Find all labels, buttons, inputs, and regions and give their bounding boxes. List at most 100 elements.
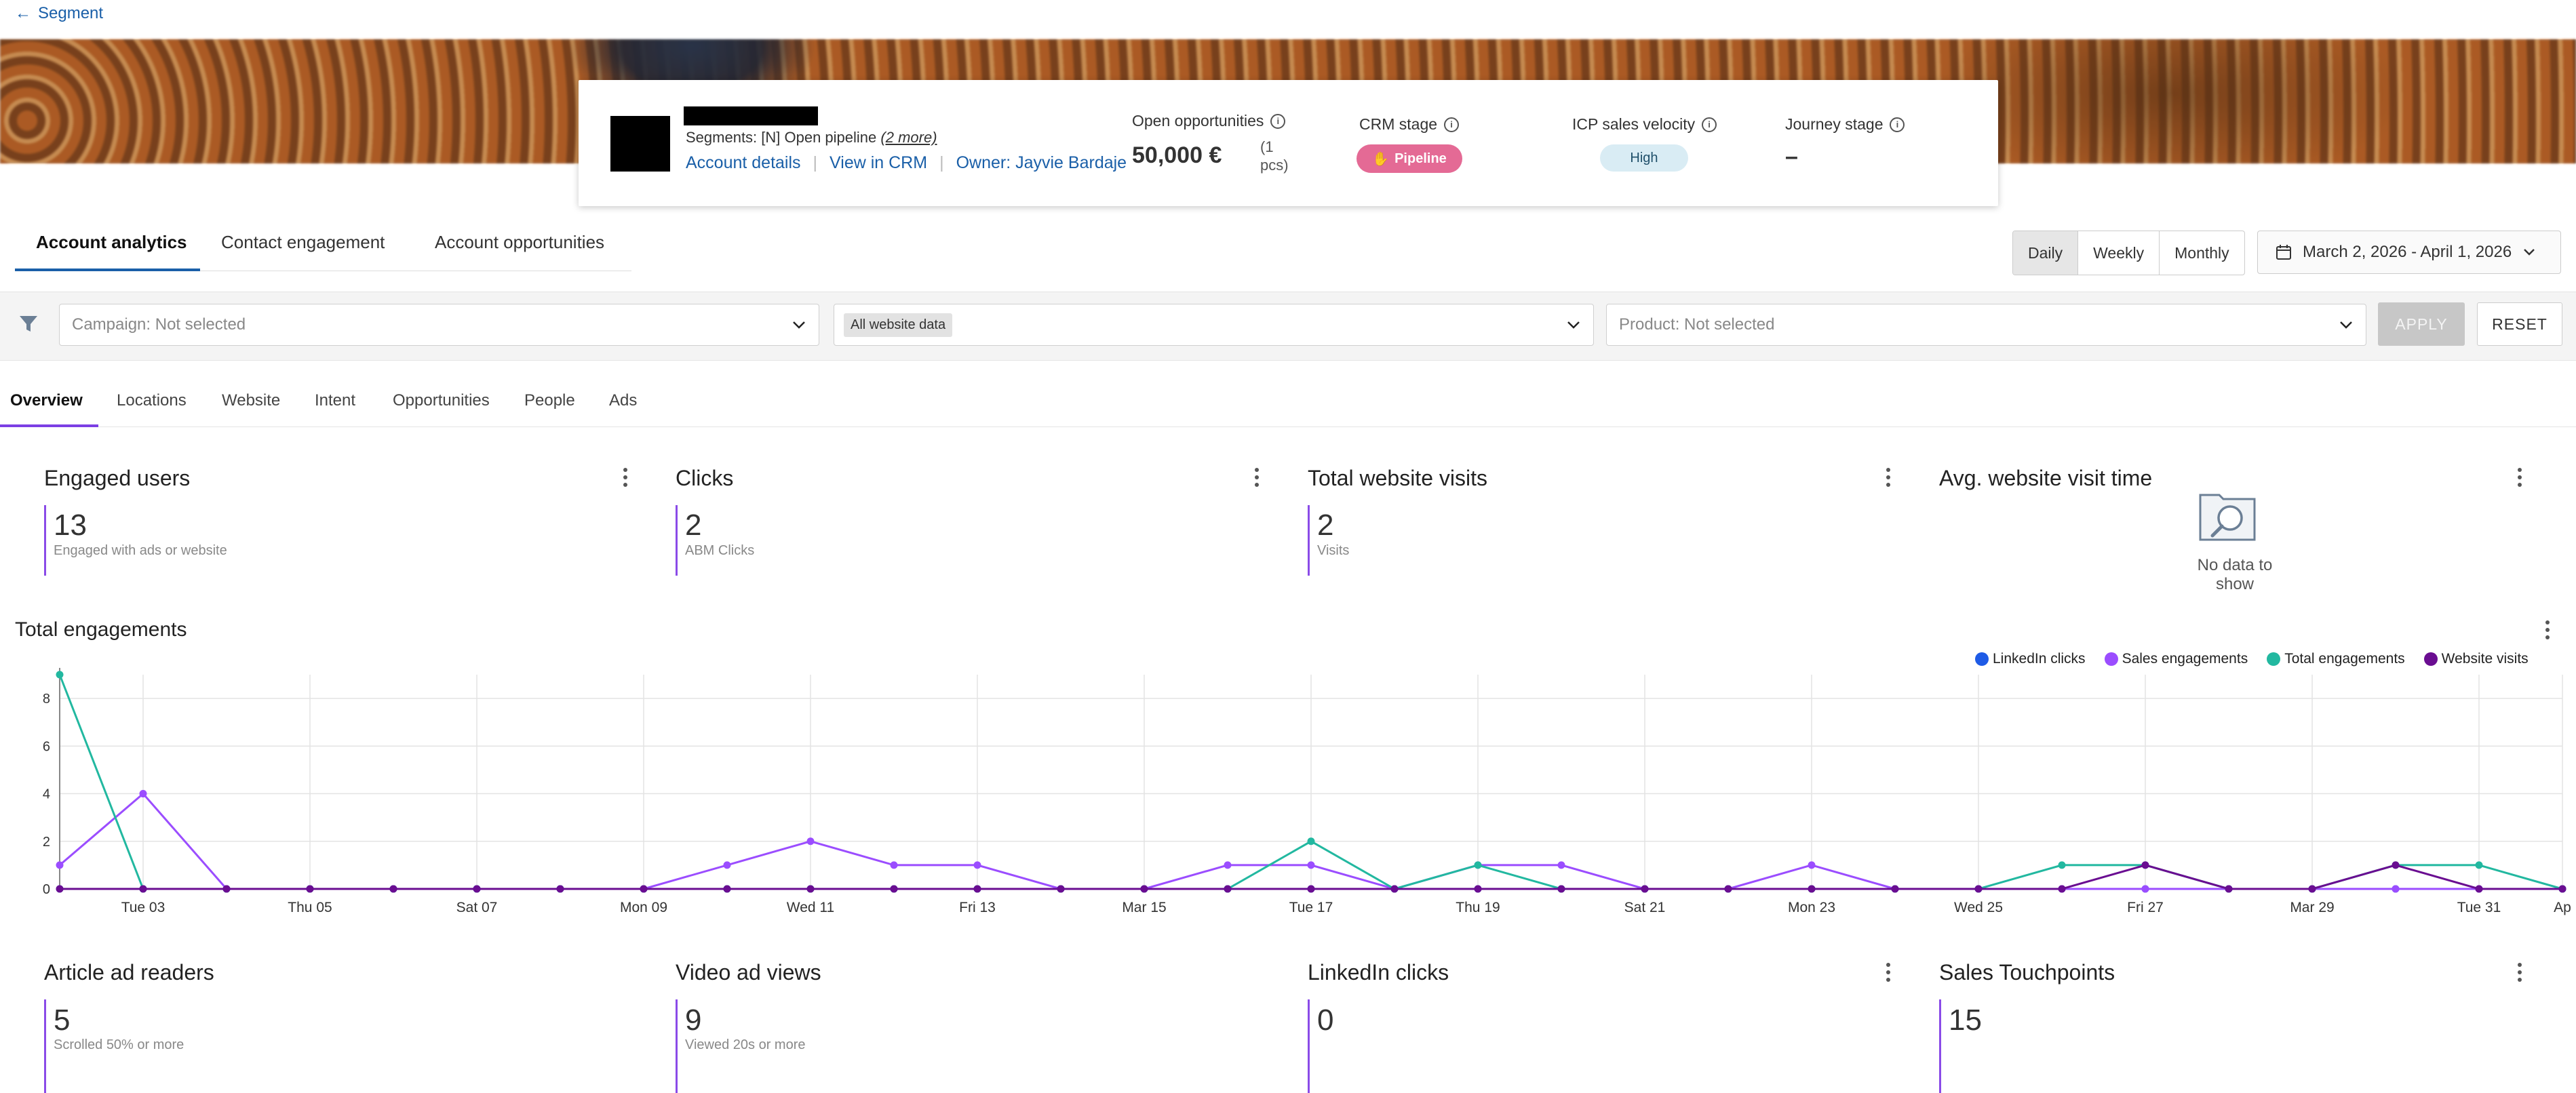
- data-point: [723, 885, 731, 893]
- kebab-menu-icon[interactable]: [1255, 468, 1259, 490]
- y-tick-label: 4: [43, 787, 50, 802]
- info-icon[interactable]: i: [1702, 117, 1717, 132]
- account-details-link[interactable]: Account details: [686, 153, 801, 173]
- data-point: [973, 885, 981, 893]
- subtab-locations[interactable]: Locations: [117, 391, 187, 410]
- period-daily-button[interactable]: Daily: [2013, 231, 2079, 275]
- data-point: [2392, 885, 2400, 893]
- data-point: [1307, 861, 1315, 869]
- metric-title: Article ad readers: [44, 960, 214, 985]
- open-opportunities-label: Open opportunities i: [1132, 112, 1286, 130]
- data-point: [2058, 885, 2066, 893]
- data-point: [139, 790, 147, 798]
- tab-account-opportunities[interactable]: Account opportunities: [435, 232, 604, 253]
- period-selector: Daily Weekly Monthly: [2012, 231, 2245, 275]
- data-point: [1891, 885, 1899, 893]
- data-point: [2308, 885, 2316, 893]
- x-tick-label: Mar 15: [1122, 900, 1166, 915]
- data-point: [1474, 885, 1482, 893]
- x-tick-label: Mon 09: [620, 900, 667, 915]
- x-tick-label: Thu 19: [1456, 900, 1500, 915]
- open-opportunities-count: (1 pcs): [1260, 138, 1289, 174]
- x-tick-label: Mar 29: [2290, 900, 2334, 915]
- subtab-opportunities[interactable]: Opportunities: [393, 391, 490, 410]
- metric-title: Video ad views: [676, 960, 821, 985]
- data-point: [806, 837, 815, 846]
- metric-value: 5: [54, 1003, 71, 1037]
- subtab-ads[interactable]: Ads: [609, 391, 637, 410]
- campaign-select[interactable]: Campaign: Not selected: [59, 304, 819, 346]
- data-point: [1224, 861, 1232, 869]
- subtab-intent[interactable]: Intent: [315, 391, 355, 410]
- y-tick-label: 8: [43, 692, 50, 707]
- segments-more-link[interactable]: (2 more): [880, 129, 937, 146]
- no-data-folder-search-icon: [2199, 494, 2256, 541]
- y-tick-label: 6: [43, 739, 50, 754]
- crm-stage-label: CRM stage i: [1359, 115, 1460, 134]
- kebab-menu-icon[interactable]: [2518, 963, 2522, 985]
- data-point: [2475, 885, 2483, 893]
- kebab-menu-icon[interactable]: [2518, 468, 2522, 490]
- kebab-menu-icon[interactable]: [623, 468, 627, 490]
- x-tick-label: Fri 27: [2127, 900, 2164, 915]
- product-select-placeholder: Product: Not selected: [1619, 315, 1775, 334]
- data-point: [306, 885, 314, 893]
- legend-dot: [2423, 652, 2438, 666]
- subtab-people[interactable]: People: [524, 391, 575, 410]
- subtab-website[interactable]: Website: [222, 391, 280, 410]
- metric-accent-bar: [1308, 999, 1310, 1093]
- subtab-overview[interactable]: Overview: [10, 391, 83, 410]
- data-point: [806, 885, 815, 893]
- kebab-menu-icon[interactable]: [1886, 468, 1890, 490]
- metric-accent-bar: [676, 999, 678, 1093]
- metric-value: 0: [1317, 1003, 1334, 1037]
- data-point: [1057, 885, 1065, 893]
- legend-dot: [2267, 652, 2281, 666]
- website-data-select[interactable]: All website data: [834, 304, 1594, 346]
- info-icon[interactable]: i: [1890, 117, 1905, 132]
- date-range-picker[interactable]: March 2, 2026 - April 1, 2026: [2257, 231, 2561, 274]
- data-point: [973, 861, 981, 869]
- period-monthly-button[interactable]: Monthly: [2160, 231, 2244, 275]
- x-tick-label: Fri 13: [959, 900, 996, 915]
- chevron-down-icon: [1567, 321, 1580, 329]
- period-weekly-button[interactable]: Weekly: [2078, 231, 2160, 275]
- open-opportunities-value: 50,000 €: [1132, 142, 1222, 168]
- data-point: [1474, 861, 1482, 869]
- product-select[interactable]: Product: Not selected: [1606, 304, 2366, 346]
- tab-contact-engagement[interactable]: Contact engagement: [221, 232, 385, 253]
- icp-velocity-label: ICP sales velocity i: [1572, 115, 1717, 134]
- metric-subtitle: Engaged with ads or website: [54, 543, 227, 558]
- legend-dot: [2104, 652, 2118, 666]
- back-link[interactable]: ← Segment: [15, 4, 103, 23]
- metric-title: Avg. website visit time: [1939, 466, 2153, 490]
- metric-value: 13: [54, 509, 87, 542]
- metric-title: Clicks: [676, 466, 734, 490]
- x-tick-label: Ap: [2554, 900, 2571, 915]
- kebab-menu-icon[interactable]: [2545, 620, 2550, 643]
- data-point: [56, 861, 64, 869]
- data-point: [2225, 885, 2233, 893]
- data-point: [473, 885, 481, 893]
- data-point: [1808, 885, 1816, 893]
- filter-icon[interactable]: [18, 315, 39, 334]
- view-in-crm-link[interactable]: View in CRM: [830, 153, 927, 173]
- metric-accent-bar: [676, 505, 678, 576]
- x-tick-label: Sat 07: [456, 900, 498, 915]
- chevron-down-icon: [2340, 321, 2352, 329]
- owner-link[interactable]: Owner: Jayvie Bardaje: [956, 153, 1127, 173]
- apply-button[interactable]: APPLY: [2378, 302, 2465, 346]
- reset-button[interactable]: RESET: [2477, 302, 2562, 346]
- info-icon[interactable]: i: [1444, 117, 1460, 132]
- data-point: [139, 885, 147, 893]
- data-point: [723, 861, 731, 869]
- metric-subtitle: Visits: [1317, 543, 1350, 558]
- data-point: [1140, 885, 1148, 893]
- data-point: [1724, 885, 1732, 893]
- metric-title: Total website visits: [1308, 466, 1487, 490]
- data-point: [640, 885, 648, 893]
- kebab-menu-icon[interactable]: [1886, 963, 1890, 985]
- tab-account-analytics[interactable]: Account analytics: [36, 232, 187, 253]
- info-icon[interactable]: i: [1270, 113, 1286, 129]
- metric-accent-bar: [1308, 505, 1310, 576]
